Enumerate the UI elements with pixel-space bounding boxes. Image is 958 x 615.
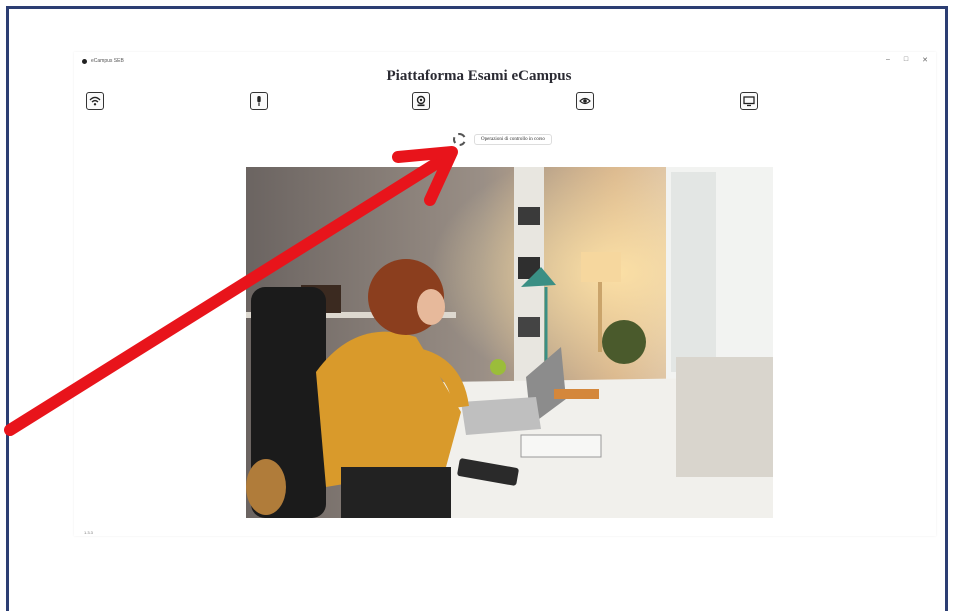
status-row: Operazioni di controllo in corso xyxy=(453,133,552,146)
app-name: eCampus SEB xyxy=(91,58,124,64)
close-button[interactable]: ✕ xyxy=(922,56,928,64)
app-logo-icon xyxy=(82,58,87,64)
webcam-icon xyxy=(416,95,426,107)
loading-spinner-icon xyxy=(453,133,466,146)
maximize-button[interactable]: □ xyxy=(904,56,908,64)
status-message: Operazioni di controllo in corso xyxy=(474,134,552,145)
webcam-check-button[interactable] xyxy=(412,92,430,110)
version-label: 1.3.3 xyxy=(84,530,93,535)
microphone-check-button[interactable] xyxy=(250,92,268,110)
stock-photo-student-at-desk xyxy=(246,167,773,518)
minimize-button[interactable]: – xyxy=(886,56,890,64)
page-title: Piattaforma Esami eCampus xyxy=(386,68,572,84)
photo-illustration xyxy=(246,167,773,518)
eye-check-button[interactable] xyxy=(576,92,594,110)
window-controls: – □ ✕ xyxy=(886,56,928,64)
wifi-check-button[interactable] xyxy=(86,92,104,110)
window-titlebar: eCampus SEB xyxy=(82,58,124,64)
microphone-icon xyxy=(257,96,261,106)
monitor-icon xyxy=(743,96,755,107)
wifi-icon xyxy=(89,96,101,106)
monitor-check-button[interactable] xyxy=(740,92,758,110)
eye-icon xyxy=(579,97,591,105)
